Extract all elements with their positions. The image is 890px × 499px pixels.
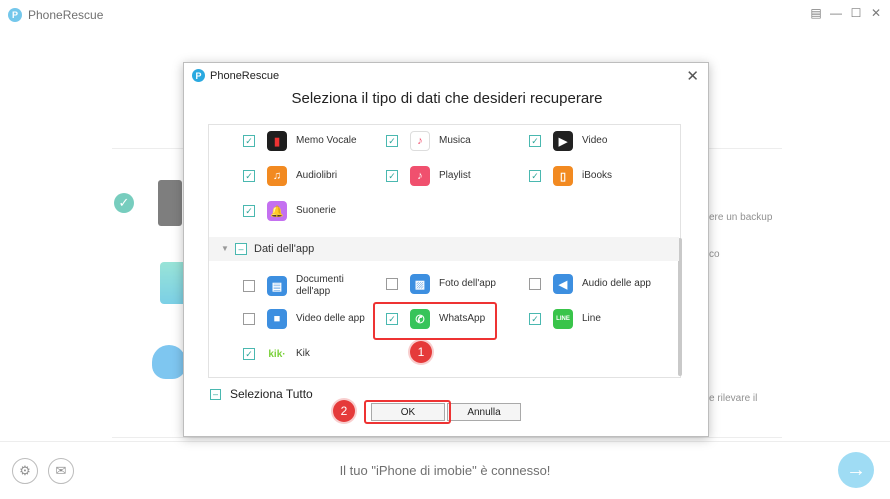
checkbox[interactable]: [386, 278, 398, 290]
checkbox[interactable]: ✓: [529, 170, 541, 182]
select-all-label: Seleziona Tutto: [230, 387, 313, 401]
audio-icon: ◀: [553, 274, 573, 294]
item-label: Musica: [439, 135, 471, 146]
item-label: Kik: [296, 348, 310, 359]
list-item[interactable]: ✓ ▮ Memo Vocale: [243, 131, 357, 151]
list-item[interactable]: ✓ kik· Kik: [243, 344, 310, 364]
item-label: Suonerie: [296, 205, 337, 216]
list-item[interactable]: ◀ Audio delle app: [529, 274, 651, 294]
step-badge-1: 1: [410, 341, 432, 363]
checkbox[interactable]: ✓: [386, 135, 398, 147]
item-label: Foto dell'app: [439, 278, 496, 289]
voice-memo-icon: ▮: [267, 131, 287, 151]
documents-icon: ▤: [267, 276, 287, 296]
item-label: Documenti dell'app: [296, 274, 344, 297]
item-label: Video: [582, 135, 608, 146]
ibooks-icon: ▯: [553, 166, 573, 186]
list-item[interactable]: ✓ ♪ Playlist: [386, 166, 471, 186]
select-all-checkbox[interactable]: –: [210, 388, 221, 400]
step-badge-2: 2: [333, 400, 355, 422]
item-label: Video delle app: [296, 313, 365, 324]
section-checkbox[interactable]: –: [235, 243, 247, 255]
checkbox[interactable]: [243, 313, 255, 325]
playlist-icon: ♪: [410, 166, 430, 186]
item-label: Memo Vocale: [296, 135, 357, 146]
list-item[interactable]: ✓ ♪ Musica: [386, 131, 471, 151]
item-label: iBooks: [582, 170, 613, 181]
dialog-heading: Seleziona il tipo di dati che desideri r…: [291, 90, 603, 107]
item-label: Audiolibri: [296, 170, 338, 181]
dialog-title-bar: P PhoneRescue: [192, 69, 279, 82]
section-label: Dati dell'app: [254, 243, 315, 255]
audiobook-icon: ♫: [267, 166, 287, 186]
select-all[interactable]: – Seleziona Tutto: [210, 388, 313, 400]
dialog-close-icon[interactable]: ✕: [686, 67, 699, 85]
item-label: Playlist: [439, 170, 471, 181]
checkbox[interactable]: ✓: [243, 348, 255, 360]
photo-icon: ▨: [410, 274, 430, 294]
whatsapp-highlight: [373, 302, 497, 340]
ringtone-icon: 🔔: [267, 201, 287, 221]
music-icon: ♪: [410, 131, 430, 151]
list-item[interactable]: ▤ Documenti dell'app: [243, 274, 360, 298]
list-item[interactable]: ✓ ▶ Video: [529, 131, 607, 151]
checkbox[interactable]: ✓: [529, 135, 541, 147]
checkbox[interactable]: ✓: [243, 170, 255, 182]
data-type-dialog: P PhoneRescue ✕ Seleziona il tipo di dat…: [183, 62, 709, 437]
phonerescue-logo-icon: P: [192, 69, 205, 82]
ok-highlight: [364, 400, 451, 424]
dialog-title: PhoneRescue: [210, 69, 280, 82]
list-item[interactable]: ▨ Foto dell'app: [386, 274, 496, 294]
video-camera-icon: ■: [267, 309, 287, 329]
checkbox[interactable]: [529, 278, 541, 290]
kik-icon: kik·: [267, 344, 287, 364]
video-clapper-icon: ▶: [553, 131, 573, 151]
item-label: Audio delle app: [582, 278, 651, 289]
collapse-triangle-icon[interactable]: ▼: [221, 244, 229, 253]
list-item[interactable]: ✓ ▯ iBooks: [529, 166, 612, 186]
section-header-app-data[interactable]: ▼ – Dati dell'app: [209, 237, 679, 261]
checkbox[interactable]: ✓: [243, 135, 255, 147]
cancel-button[interactable]: Annulla: [447, 403, 521, 421]
list-item[interactable]: ✓ ♫ Audiolibri: [243, 166, 337, 186]
checkbox[interactable]: ✓: [386, 170, 398, 182]
line-icon: LINE: [553, 309, 573, 329]
checkbox[interactable]: [243, 280, 255, 292]
item-label: Line: [582, 313, 601, 324]
list-item[interactable]: ✓ 🔔 Suonerie: [243, 201, 336, 221]
checkbox[interactable]: ✓: [243, 205, 255, 217]
list-item[interactable]: ✓ LINE Line: [529, 309, 601, 329]
checkbox[interactable]: ✓: [529, 313, 541, 325]
list-item[interactable]: ■ Video delle app: [243, 309, 365, 329]
